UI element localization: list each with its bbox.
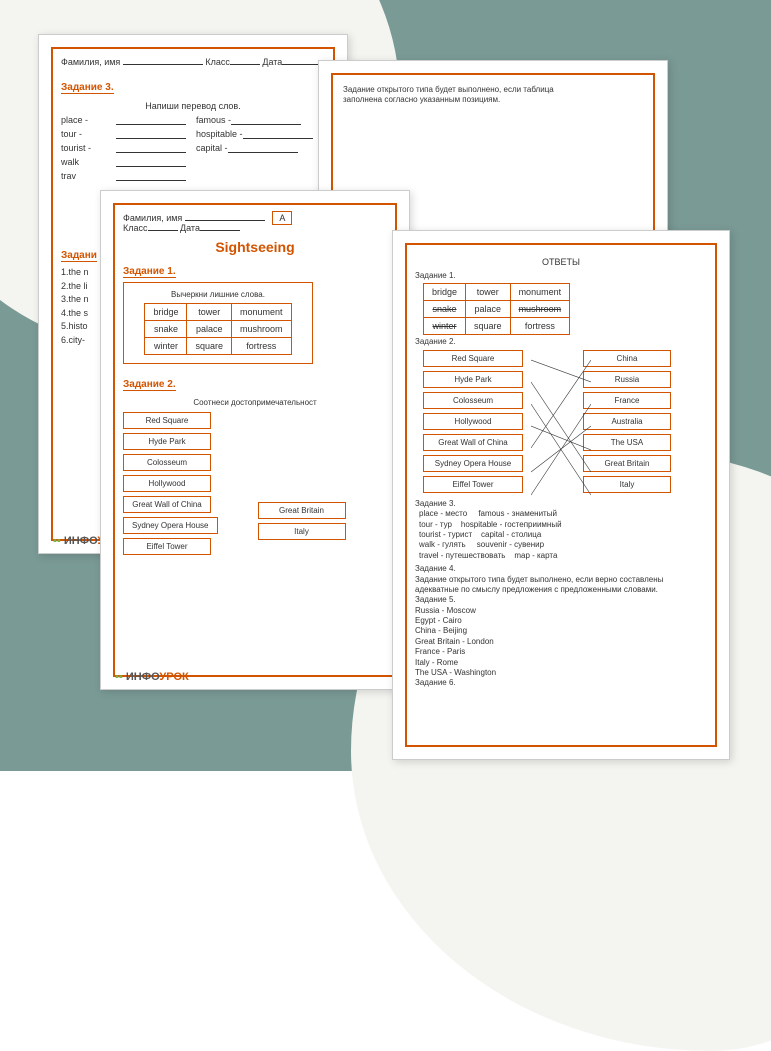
- task3-text: place - место famous - знаменитый tour -…: [419, 509, 707, 561]
- country-item: Italy: [583, 476, 671, 493]
- cell: mushroom: [510, 301, 570, 318]
- task3-instruction: Напиши перевод слов.: [61, 101, 325, 111]
- cell: winter: [424, 318, 466, 335]
- task4-text: Задание открытого типа будет выполнено, …: [415, 575, 707, 596]
- task3-title: Задание 3.: [415, 499, 707, 509]
- task1-table: bridgetowermonument snakepalacemushroom wi…: [144, 303, 291, 355]
- sight-item: Eiffel Tower: [123, 538, 211, 555]
- date-label: Дата: [180, 223, 200, 233]
- sight-item: Great Wall of China: [423, 434, 523, 451]
- cell: tower: [187, 304, 232, 321]
- task1-instruction: Вычеркни лишние слова.: [128, 290, 308, 299]
- task4-title: Задание 4.: [415, 564, 707, 574]
- task1-title: Задание 1.: [123, 266, 176, 278]
- sight-item: Colosseum: [123, 454, 211, 471]
- sight-item: Red Square: [123, 412, 211, 429]
- class-label: Класс: [123, 223, 148, 233]
- sight-item: Hyde Park: [123, 433, 211, 450]
- task2-instruction: Соотнеси достопримечательност: [123, 398, 387, 407]
- task2-title: Задание 2.: [123, 379, 176, 391]
- sight-item: Eiffel Tower: [423, 476, 523, 493]
- cell: tower: [466, 284, 511, 301]
- name-label: Фамилия, имя: [123, 213, 182, 223]
- country-item: Great Britain: [258, 502, 346, 519]
- page-title: Sightseeing: [123, 239, 387, 255]
- task6-title: Задание 6.: [415, 678, 707, 688]
- page-frame: ОТВЕТЫ Задание 1. bridgetowermonument sna…: [405, 243, 717, 747]
- page-frame: Фамилия, имя А Класс Дата Sightseeing За…: [113, 203, 397, 677]
- cell: square: [466, 318, 511, 335]
- country-item: The USA: [583, 434, 671, 451]
- sight-item: Hollywood: [123, 475, 211, 492]
- variant-box: А: [272, 211, 292, 225]
- worksheet-page-2: Фамилия, имя А Класс Дата Sightseeing За…: [100, 190, 410, 690]
- header-row: Фамилия, имя Класс Дата: [61, 57, 325, 67]
- country-item: China: [583, 350, 671, 367]
- sight-item: Great Wall of China: [123, 496, 211, 513]
- cell: snake: [424, 301, 466, 318]
- sight-item: Sydney Opera House: [423, 455, 523, 472]
- task1-title: Задание 1.: [415, 271, 707, 281]
- task1-answers-table: bridgetowermonument snakepalacemushroom wi…: [423, 283, 570, 335]
- match-lines: [531, 350, 591, 510]
- cell: fortress: [510, 318, 570, 335]
- task5-title: Задание 5.: [415, 595, 707, 605]
- cell: monument: [510, 284, 570, 301]
- worksheet-page-4-answers: ОТВЕТЫ Задание 1. bridgetowermonument sna…: [392, 230, 730, 760]
- class-label: Класс: [205, 57, 230, 67]
- page3-text2: заполнена согласно указанным позициям.: [343, 95, 643, 105]
- cell: winter: [145, 338, 187, 355]
- sight-item: Hollywood: [423, 413, 523, 430]
- cell: square: [187, 338, 232, 355]
- cell: palace: [187, 321, 232, 338]
- cell: monument: [232, 304, 292, 321]
- header-row: Фамилия, имя А Класс Дата: [123, 213, 387, 233]
- cell: bridge: [424, 284, 466, 301]
- task5-text: Russia - Moscow Egypt - Cairo China - Be…: [415, 606, 707, 679]
- task3-title: Задание 3.: [61, 82, 114, 94]
- cell: mushroom: [232, 321, 292, 338]
- sight-item: Red Square: [423, 350, 523, 367]
- sight-item: Sydney Opera House: [123, 517, 218, 534]
- cell: snake: [145, 321, 187, 338]
- sight-item: Hyde Park: [423, 371, 523, 388]
- name-label: Фамилия, имя: [61, 57, 120, 67]
- country-item: Russia: [583, 371, 671, 388]
- country-item: Italy: [258, 523, 346, 540]
- date-label: Дата: [262, 57, 282, 67]
- task-cut: Задани: [61, 250, 97, 262]
- logo: ▪▪ ИНФОУРОК: [115, 671, 189, 683]
- cell: fortress: [232, 338, 292, 355]
- answers-title: ОТВЕТЫ: [415, 257, 707, 267]
- cell: bridge: [145, 304, 187, 321]
- country-item: Australia: [583, 413, 671, 430]
- sight-item: Colosseum: [423, 392, 523, 409]
- cell: palace: [466, 301, 511, 318]
- page3-text1: Задание открытого типа будет выполнено, …: [343, 85, 643, 95]
- task2-title: Задание 2.: [415, 337, 707, 347]
- country-item: Great Britain: [583, 455, 671, 472]
- country-item: France: [583, 392, 671, 409]
